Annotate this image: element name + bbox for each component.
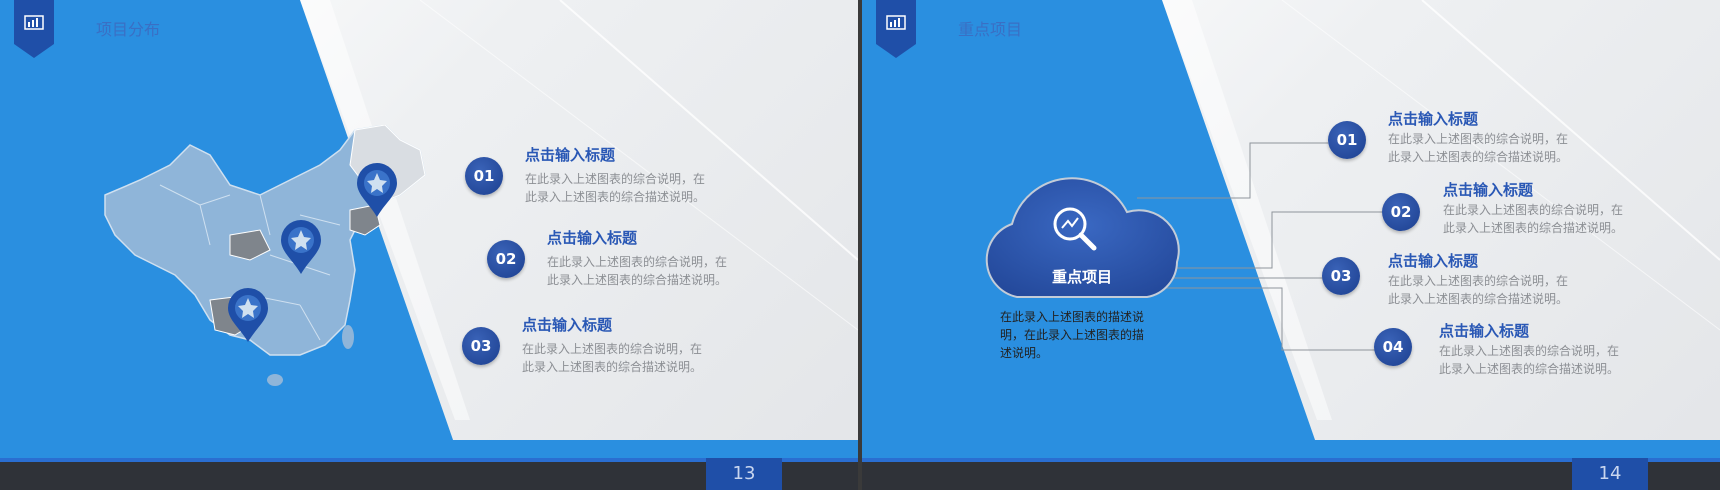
item-description: 在此录入上述图表的综合说明，在 此录入上述图表的综合描述说明。 xyxy=(1443,203,1624,235)
item-description: 在此录入上述图表的综合说明，在 此录入上述图表的综合描述说明。 xyxy=(547,255,728,287)
slide-14: 重点项目 在此录入上述图表的描述说 明，在此录入上述图表的描 述说明。 重点项目… xyxy=(862,0,1720,490)
item-description: 在此录入上述图表的综合说明，在 此录入上述图表的综合描述说明。 xyxy=(1388,132,1569,164)
item-title: 点击输入标题 xyxy=(522,316,613,334)
item-number-badge: 01 xyxy=(1328,121,1366,159)
star-pin-icon xyxy=(228,288,268,342)
item-number-badge: 04 xyxy=(1374,328,1412,366)
item-number-badge: 01 xyxy=(465,157,503,195)
item-description: 在此录入上述图表的综合说明，在 此录入上述图表的综合描述说明。 xyxy=(1439,344,1620,376)
cloud-description: 在此录入上述图表的描述说 明，在此录入上述图表的描 述说明。 xyxy=(1000,310,1145,360)
star-pin-icon xyxy=(357,163,397,217)
item-number-badge: 02 xyxy=(1382,193,1420,231)
item-title: 点击输入标题 xyxy=(1388,252,1479,270)
item-description: 在此录入上述图表的综合说明，在 此录入上述图表的综合描述说明。 xyxy=(525,172,706,204)
page-number: 14 xyxy=(1572,458,1648,490)
item-number-badge: 03 xyxy=(1322,257,1360,295)
page-title: 重点项目 xyxy=(958,20,1023,39)
cloud-label: 重点项目 xyxy=(1051,268,1112,286)
item-title: 点击输入标题 xyxy=(525,146,616,164)
item-title: 点击输入标题 xyxy=(1439,322,1530,340)
map-island xyxy=(342,325,354,349)
chart-board-icon xyxy=(876,0,916,58)
item-description: 在此录入上述图表的综合说明，在 此录入上述图表的综合描述说明。 xyxy=(522,342,703,374)
item-title: 点击输入标题 xyxy=(547,229,638,247)
star-pin-icon xyxy=(281,220,321,274)
page-title: 项目分布 xyxy=(96,20,161,39)
slide-13: 项目分布 01 点击输入标题 在此录入上述图表的综合说明，在 此录入上述图表的综… xyxy=(0,0,858,490)
item-description: 在此录入上述图表的综合说明，在 此录入上述图表的综合描述说明。 xyxy=(1388,274,1569,306)
item-number-badge: 02 xyxy=(487,240,525,278)
magnifier-chart-icon xyxy=(1053,207,1097,251)
chart-board-icon xyxy=(14,0,54,58)
item-number-badge: 03 xyxy=(462,327,500,365)
map-hainan xyxy=(267,374,283,386)
item-title: 点击输入标题 xyxy=(1443,181,1534,199)
page-number: 13 xyxy=(706,458,782,490)
item-title: 点击输入标题 xyxy=(1388,110,1479,128)
